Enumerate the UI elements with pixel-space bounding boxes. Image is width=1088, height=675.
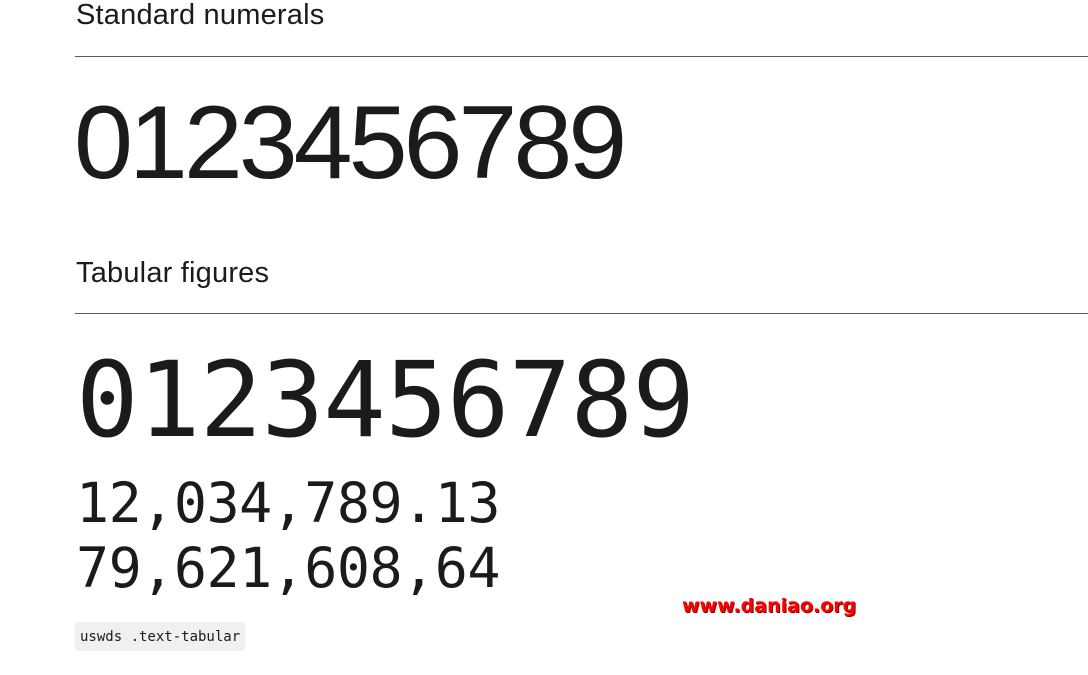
- tabular-sample-line-1: 12,034,789.13: [76, 471, 500, 535]
- tabular-section-divider: [75, 313, 1088, 314]
- utility-class-code-chip: uswds .text-tabular: [75, 622, 246, 651]
- tabular-figures-heading: Tabular figures: [76, 257, 270, 289]
- standard-numerals-sample: 0123456789: [74, 85, 627, 201]
- tabular-numerals-sample: 0123456789: [76, 339, 695, 461]
- standard-numerals-heading: Standard numerals: [76, 0, 325, 31]
- watermark-text: www.daniao.org: [682, 595, 857, 617]
- typography-specimen-page: Standard numerals 0123456789 Tabular fig…: [0, 0, 1088, 675]
- tabular-sample-line-2: 79,621,608,64: [76, 536, 500, 600]
- standard-section-divider: [75, 56, 1088, 57]
